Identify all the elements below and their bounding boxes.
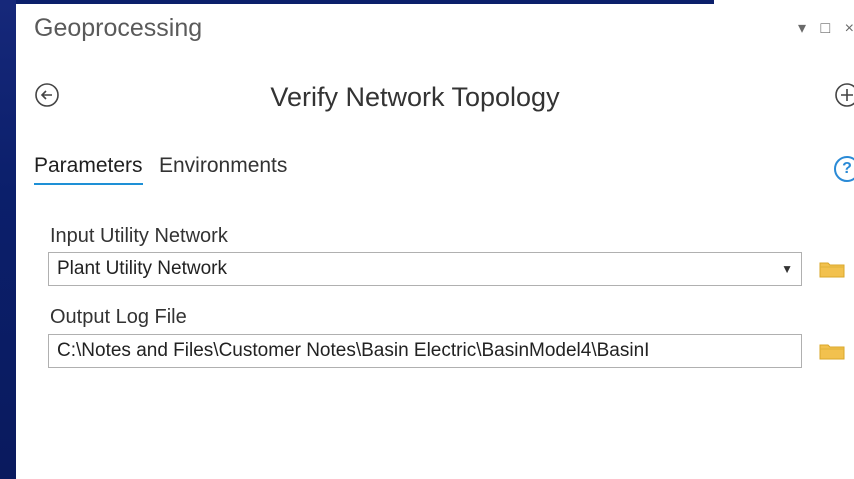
- folder-icon[interactable]: [818, 258, 846, 280]
- geoprocessing-pane: Geoprocessing ▾ □ × Verify Network Topol…: [16, 0, 854, 479]
- input-network-dropdown[interactable]: Plant Utility Network ▼: [48, 252, 802, 286]
- tool-title: Verify Network Topology: [270, 82, 560, 112]
- help-icon[interactable]: ?: [834, 156, 854, 182]
- output-log-file-input[interactable]: C:\Notes and Files\Customer Notes\Basin …: [48, 334, 802, 368]
- tab-parameters[interactable]: Parameters: [34, 154, 143, 185]
- param-label-output-log: Output Log File: [50, 306, 187, 328]
- folder-icon[interactable]: [818, 340, 846, 362]
- close-button[interactable]: ×: [845, 20, 854, 37]
- tab-environments[interactable]: Environments: [159, 154, 287, 178]
- desktop-strip: [16, 0, 714, 4]
- window-controls: ▾ □ ×: [788, 18, 854, 38]
- pane-options-button[interactable]: ▾: [798, 20, 806, 37]
- add-icon[interactable]: [834, 82, 854, 108]
- maximize-button[interactable]: □: [821, 20, 831, 37]
- param-label-input-network: Input Utility Network: [50, 225, 228, 247]
- tool-tabs: Parameters Environments: [34, 154, 299, 185]
- desktop-background: [0, 0, 16, 479]
- pane-title: Geoprocessing: [34, 14, 203, 42]
- chevron-down-icon[interactable]: ▼: [781, 253, 793, 285]
- input-network-value: Plant Utility Network: [57, 258, 227, 279]
